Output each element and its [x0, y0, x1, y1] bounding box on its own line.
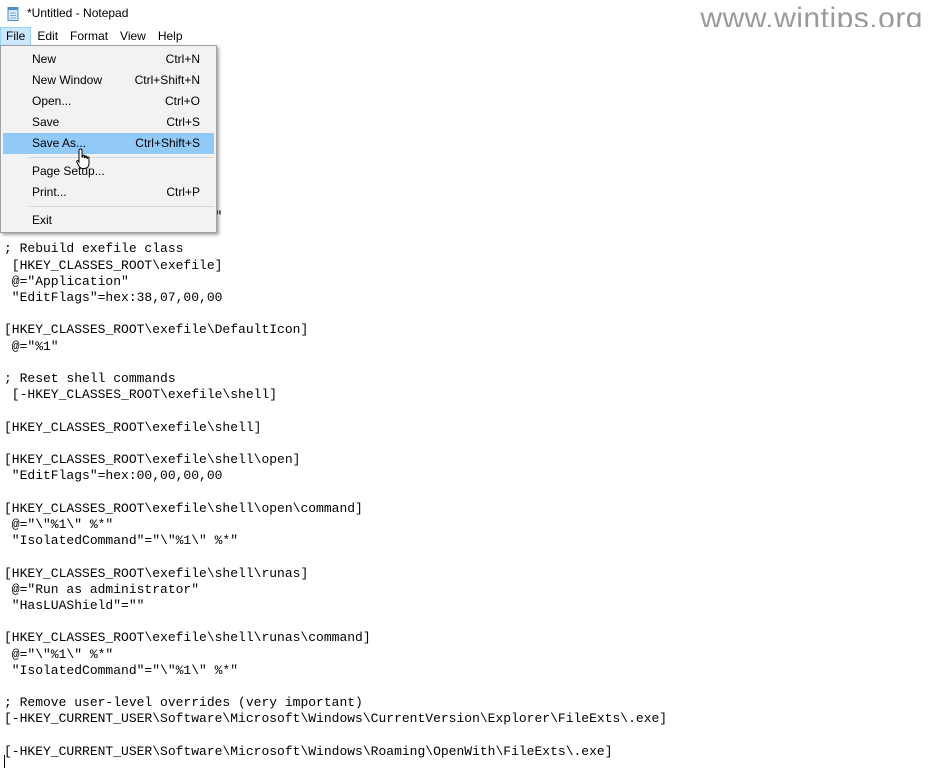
menu-edit[interactable]: Edit	[31, 27, 64, 46]
window-title: *Untitled - Notepad	[27, 6, 129, 20]
menu-item-label: Exit	[32, 213, 53, 227]
menu-item-new-window[interactable]: New Window Ctrl+Shift+N	[3, 70, 214, 91]
notepad-icon	[7, 7, 19, 21]
menu-help[interactable]: Help	[152, 27, 189, 46]
menu-item-new[interactable]: New Ctrl+N	[3, 49, 214, 70]
menu-item-shortcut: Ctrl+P	[166, 185, 200, 199]
text-caret	[4, 755, 5, 768]
file-menu-dropdown: New Ctrl+N New Window Ctrl+Shift+N Open.…	[0, 45, 217, 233]
notepad-window: *Untitled - Notepad www.wintips.org File…	[0, 0, 937, 768]
menu-item-save-as[interactable]: Save As... Ctrl+Shift+S	[3, 133, 214, 154]
menu-item-print[interactable]: Print... Ctrl+P	[3, 182, 214, 203]
menu-item-shortcut: Ctrl+Shift+N	[134, 73, 200, 87]
menu-item-shortcut: Ctrl+O	[164, 94, 200, 108]
menu-file[interactable]: File	[0, 27, 32, 46]
menu-item-shortcut: Ctrl+N	[165, 52, 200, 66]
menu-item-page-setup[interactable]: Page Setup...	[3, 161, 214, 182]
menu-item-save[interactable]: Save Ctrl+S	[3, 112, 214, 133]
mouse-cursor-icon	[76, 148, 90, 169]
menu-separator	[29, 157, 214, 158]
menu-item-label: New Window	[32, 73, 103, 87]
menu-item-shortcut: Ctrl+Shift+S	[135, 136, 200, 150]
menu-item-shortcut: Ctrl+S	[166, 115, 200, 129]
menu-item-label: Save	[32, 115, 60, 129]
menu-item-open[interactable]: Open... Ctrl+O	[3, 91, 214, 112]
menu-item-label: Page Setup...	[32, 164, 105, 178]
menu-item-exit[interactable]: Exit	[3, 210, 214, 231]
menu-item-label: Open...	[32, 94, 72, 108]
menu-item-label: Print...	[32, 185, 67, 199]
menu-item-label: New	[32, 52, 57, 66]
menu-format[interactable]: Format	[64, 27, 114, 46]
title-bar: *Untitled - Notepad www.wintips.org	[0, 0, 937, 35]
menu-view[interactable]: View	[114, 27, 152, 46]
menu-separator	[29, 206, 214, 207]
menu-bar: File Edit Format View Help	[0, 27, 937, 46]
